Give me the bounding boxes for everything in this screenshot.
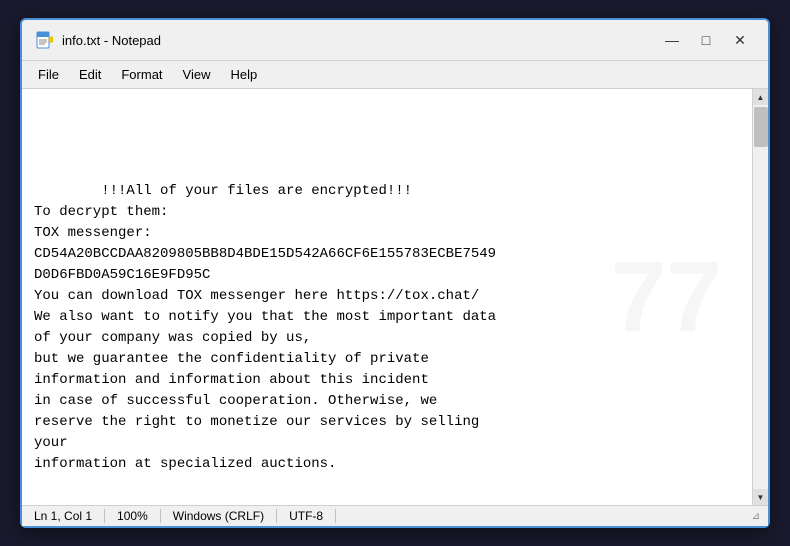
- menu-help[interactable]: Help: [222, 64, 265, 85]
- scroll-up-arrow[interactable]: ▲: [753, 89, 769, 105]
- menu-bar: File Edit Format View Help: [22, 61, 768, 89]
- cursor-position: Ln 1, Col 1: [30, 509, 105, 523]
- menu-edit[interactable]: Edit: [71, 64, 109, 85]
- scroll-thumb[interactable]: [754, 107, 768, 147]
- zoom-level: 100%: [105, 509, 161, 523]
- scroll-track[interactable]: [753, 105, 769, 489]
- menu-view[interactable]: View: [175, 64, 219, 85]
- encoding: UTF-8: [277, 509, 336, 523]
- title-bar-left: info.txt - Notepad: [34, 30, 161, 50]
- window-title: info.txt - Notepad: [62, 33, 161, 48]
- scrollbar-vertical[interactable]: ▲ ▼: [752, 89, 768, 505]
- scroll-down-arrow[interactable]: ▼: [753, 489, 769, 505]
- status-bar: Ln 1, Col 1 100% Windows (CRLF) UTF-8 ⊿: [22, 505, 768, 526]
- text-body: !!!All of your files are encrypted!!! To…: [34, 183, 496, 472]
- line-ending: Windows (CRLF): [161, 509, 277, 523]
- title-bar: info.txt - Notepad — □ ✕: [22, 20, 768, 61]
- app-icon: [34, 30, 54, 50]
- menu-format[interactable]: Format: [113, 64, 170, 85]
- title-bar-controls: — □ ✕: [656, 28, 756, 52]
- notepad-window: info.txt - Notepad — □ ✕ File Edit Forma…: [20, 18, 770, 528]
- maximize-button[interactable]: □: [690, 28, 722, 52]
- editor-area: 77 !!!All of your files are encrypted!!!…: [22, 89, 768, 505]
- resize-icon: ⊿: [752, 511, 760, 522]
- text-lines: !!!All of your files are encrypted!!! To…: [34, 160, 740, 496]
- text-editor[interactable]: 77 !!!All of your files are encrypted!!!…: [22, 89, 752, 505]
- menu-file[interactable]: File: [30, 64, 67, 85]
- minimize-button[interactable]: —: [656, 28, 688, 52]
- close-button[interactable]: ✕: [724, 28, 756, 52]
